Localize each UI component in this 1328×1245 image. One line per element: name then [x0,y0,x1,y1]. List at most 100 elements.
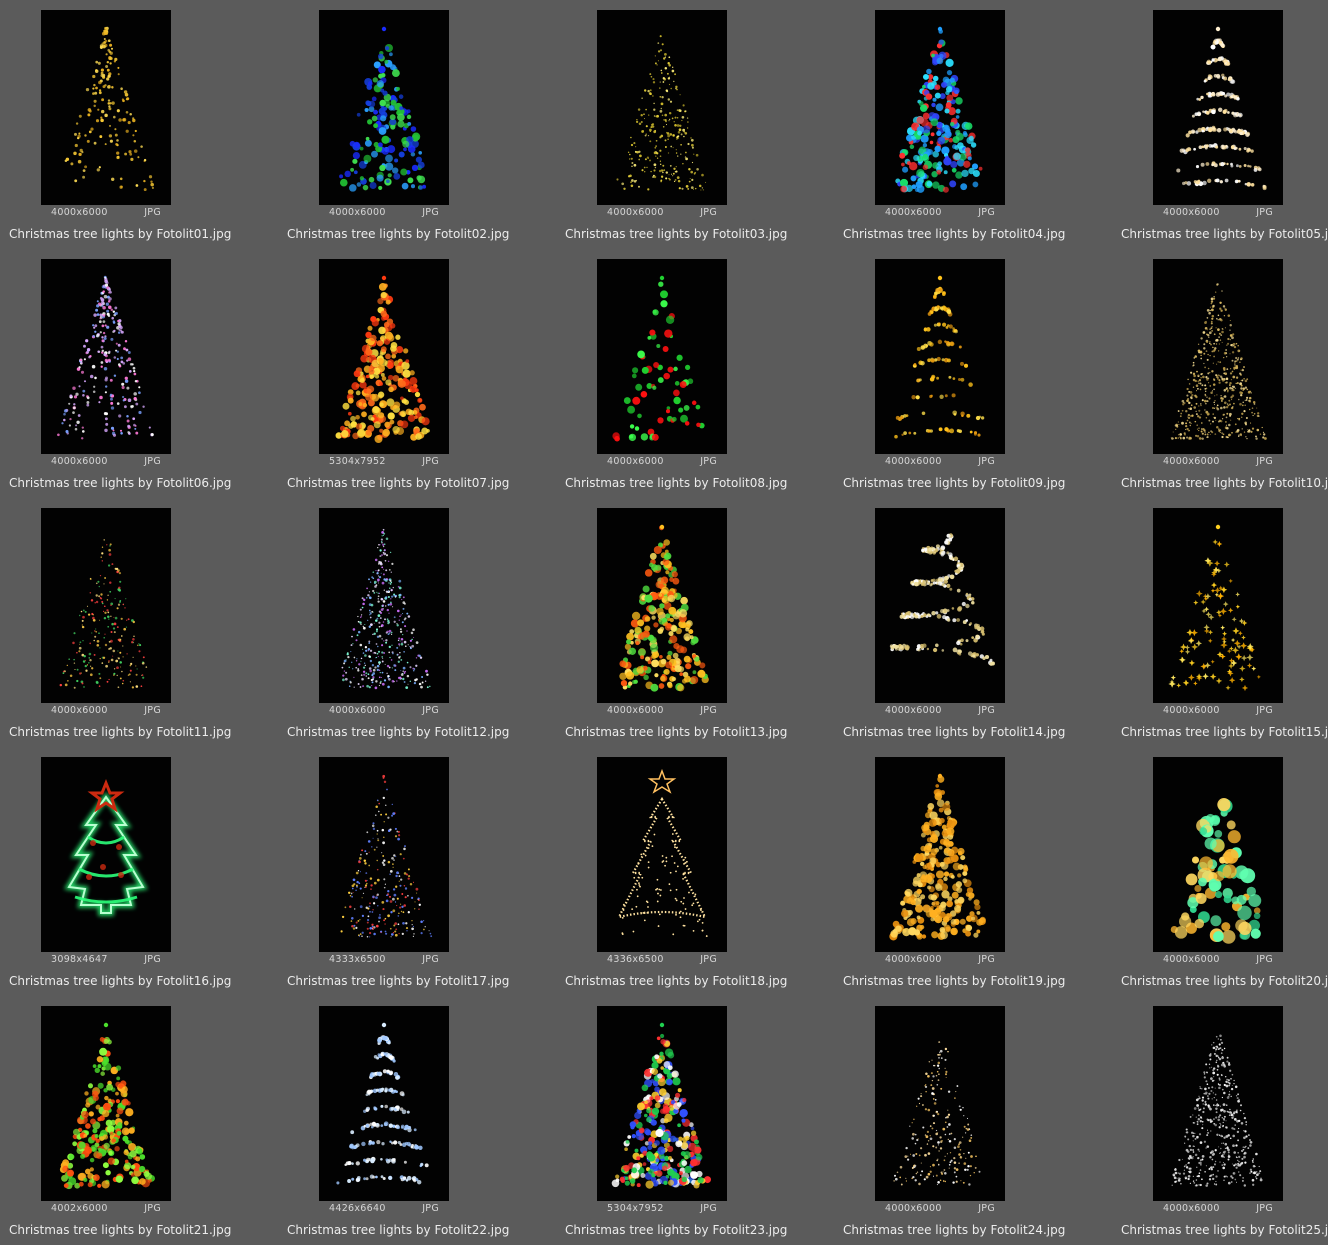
file-name[interactable]: Christmas tree lights by Fotolit04.jpg [843,227,1083,241]
file-thumbnail[interactable] [597,508,727,703]
file-thumbnail[interactable] [875,259,1005,454]
file-tile[interactable]: 4000x6000 JPG Christmas tree lights by Fot… [1121,498,1328,747]
file-thumbnail[interactable] [41,757,171,952]
file-tile[interactable]: 4000x6000 JPG Christmas tree lights by Fot… [843,498,1083,747]
file-thumbnail[interactable] [597,10,727,205]
tree-lights-image [894,275,985,439]
file-thumbnail[interactable] [319,259,449,454]
file-tile[interactable]: 4000x6000 JPG Christmas tree lights by Fot… [565,0,805,249]
image-dimensions: 4000x6000 [1163,1203,1220,1214]
file-name[interactable]: Christmas tree lights by Fotolit06.jpg [9,476,249,490]
file-name[interactable]: Christmas tree lights by Fotolit13.jpg [565,725,805,739]
file-tile[interactable]: 4000x6000 JPG Christmas tree lights by Fot… [9,0,249,249]
file-thumbnail[interactable] [1153,10,1283,205]
file-name[interactable]: Christmas tree lights by Fotolit18.jpg [565,974,805,988]
file-name[interactable]: Christmas tree lights by Fotolit22.jpg [287,1223,527,1237]
file-format: JPG [144,207,161,218]
file-thumbnail[interactable] [875,757,1005,952]
file-name[interactable]: Christmas tree lights by Fotolit19.jpg [843,974,1083,988]
file-tile[interactable]: 4000x6000 JPG Christmas tree lights by Fot… [1121,249,1328,498]
file-thumbnail[interactable] [875,1006,1005,1201]
file-tile[interactable]: 4333x6500 JPG Christmas tree lights by Fot… [287,747,527,996]
image-dimensions: 3098x4647 [51,954,108,965]
file-format: JPG [422,954,439,965]
file-meta: 4000x6000 JPG [1153,1203,1283,1215]
image-dimensions: 4000x6000 [51,207,108,218]
file-name[interactable]: Christmas tree lights by Fotolit23.jpg [565,1223,805,1237]
file-thumbnail[interactable] [1153,259,1283,454]
file-name[interactable]: Christmas tree lights by Fotolit14.jpg [843,725,1083,739]
file-thumbnail[interactable] [319,1006,449,1201]
file-format: JPG [422,456,439,467]
file-tile[interactable]: 4000x6000 JPG Christmas tree lights by Fot… [1121,0,1328,249]
file-thumbnail[interactable] [41,10,171,205]
image-dimensions: 4000x6000 [1163,954,1220,965]
file-meta: 4333x6500 JPG [319,954,449,966]
file-tile[interactable]: 4000x6000 JPG Christmas tree lights by Fot… [843,996,1083,1245]
file-name[interactable]: Christmas tree lights by Fotolit10.jpg [1121,476,1328,490]
file-tile[interactable]: 4000x6000 JPG Christmas tree lights by Fot… [565,498,805,747]
file-tile[interactable]: 5304x7952 JPG Christmas tree lights by Fot… [287,249,527,498]
file-tile[interactable]: 4000x6000 JPG Christmas tree lights by Fot… [1121,747,1328,996]
file-thumbnail[interactable] [41,508,171,703]
file-thumbnail[interactable] [597,757,727,952]
image-dimensions: 4002x6000 [51,1203,108,1214]
file-thumbnail[interactable] [41,259,171,454]
file-tile[interactable]: 3098x4647 JPG Christmas tree lights by Fot… [9,747,249,996]
file-name[interactable]: Christmas tree lights by Fotolit03.jpg [565,227,805,241]
file-meta: 4000x6000 JPG [1153,705,1283,717]
file-tile[interactable]: 4000x6000 JPG Christmas tree lights by Fot… [843,0,1083,249]
file-tile[interactable]: 4002x6000 JPG Christmas tree lights by Fot… [9,996,249,1245]
file-thumbnail[interactable] [1153,508,1283,703]
file-name[interactable]: Christmas tree lights by Fotolit16.jpg [9,974,249,988]
file-tile[interactable]: 5304x7952 JPG Christmas tree lights by Fot… [565,996,805,1245]
tree-lights-image [895,26,983,193]
file-format: JPG [422,1203,439,1214]
file-tile[interactable]: 4000x6000 JPG Christmas tree lights by Fot… [843,249,1083,498]
file-tile[interactable]: 4000x6000 JPG Christmas tree lights by Fot… [1121,996,1328,1245]
file-tile[interactable]: 4336x6500 JPG Christmas tree lights by Fot… [565,747,805,996]
file-name[interactable]: Christmas tree lights by Fotolit20.jpg [1121,974,1328,988]
file-thumbnail[interactable] [875,10,1005,205]
file-tile[interactable]: 4000x6000 JPG Christmas tree lights by Fot… [287,498,527,747]
image-dimensions: 4000x6000 [885,954,942,965]
file-name[interactable]: Christmas tree lights by Fotolit11.jpg [9,725,249,739]
file-name[interactable]: Christmas tree lights by Fotolit12.jpg [287,725,527,739]
file-name[interactable]: Christmas tree lights by Fotolit24.jpg [843,1223,1083,1237]
file-format: JPG [144,954,161,965]
file-name[interactable]: Christmas tree lights by Fotolit21.jpg [9,1223,249,1237]
file-meta: 4000x6000 JPG [597,207,727,219]
file-name[interactable]: Christmas tree lights by Fotolit05.jpg [1121,227,1328,241]
file-name[interactable]: Christmas tree lights by Fotolit17.jpg [287,974,527,988]
file-thumbnail[interactable] [319,757,449,952]
file-tile[interactable]: 4426x6640 JPG Christmas tree lights by Fot… [287,996,527,1245]
file-thumbnail[interactable] [1153,1006,1283,1201]
tree-lights-image [57,275,154,440]
image-dimensions: 4426x6640 [329,1203,386,1214]
file-thumbnail[interactable] [319,10,449,205]
file-name[interactable]: Christmas tree lights by Fotolit07.jpg [287,476,527,490]
file-meta: 3098x4647 JPG [41,954,171,966]
file-name[interactable]: Christmas tree lights by Fotolit08.jpg [565,476,805,490]
file-meta: 4000x6000 JPG [597,456,727,468]
file-thumbnail[interactable] [597,259,727,454]
file-thumbnail[interactable] [319,508,449,703]
file-thumbnail[interactable] [597,1006,727,1201]
file-name[interactable]: Christmas tree lights by Fotolit25.jpg [1121,1223,1328,1237]
image-dimensions: 4000x6000 [607,207,664,218]
tree-lights-image [616,35,707,191]
file-thumbnail[interactable] [875,508,1005,703]
file-tile[interactable]: 4000x6000 JPG Christmas tree lights by Fot… [565,249,805,498]
file-format: JPG [700,705,717,716]
file-thumbnail[interactable] [41,1006,171,1201]
file-name[interactable]: Christmas tree lights by Fotolit09.jpg [843,476,1083,490]
file-tile[interactable]: 4000x6000 JPG Christmas tree lights by Fot… [9,498,249,747]
file-name[interactable]: Christmas tree lights by Fotolit01.jpg [9,227,249,241]
file-tile[interactable]: 4000x6000 JPG Christmas tree lights by Fot… [843,747,1083,996]
file-thumbnail[interactable] [1153,757,1283,952]
file-name[interactable]: Christmas tree lights by Fotolit02.jpg [287,227,527,241]
file-name[interactable]: Christmas tree lights by Fotolit15.jpg [1121,725,1328,739]
file-tile[interactable]: 4000x6000 JPG Christmas tree lights by Fot… [9,249,249,498]
file-tile[interactable]: 4000x6000 JPG Christmas tree lights by Fot… [287,0,527,249]
file-meta: 4426x6640 JPG [319,1203,449,1215]
